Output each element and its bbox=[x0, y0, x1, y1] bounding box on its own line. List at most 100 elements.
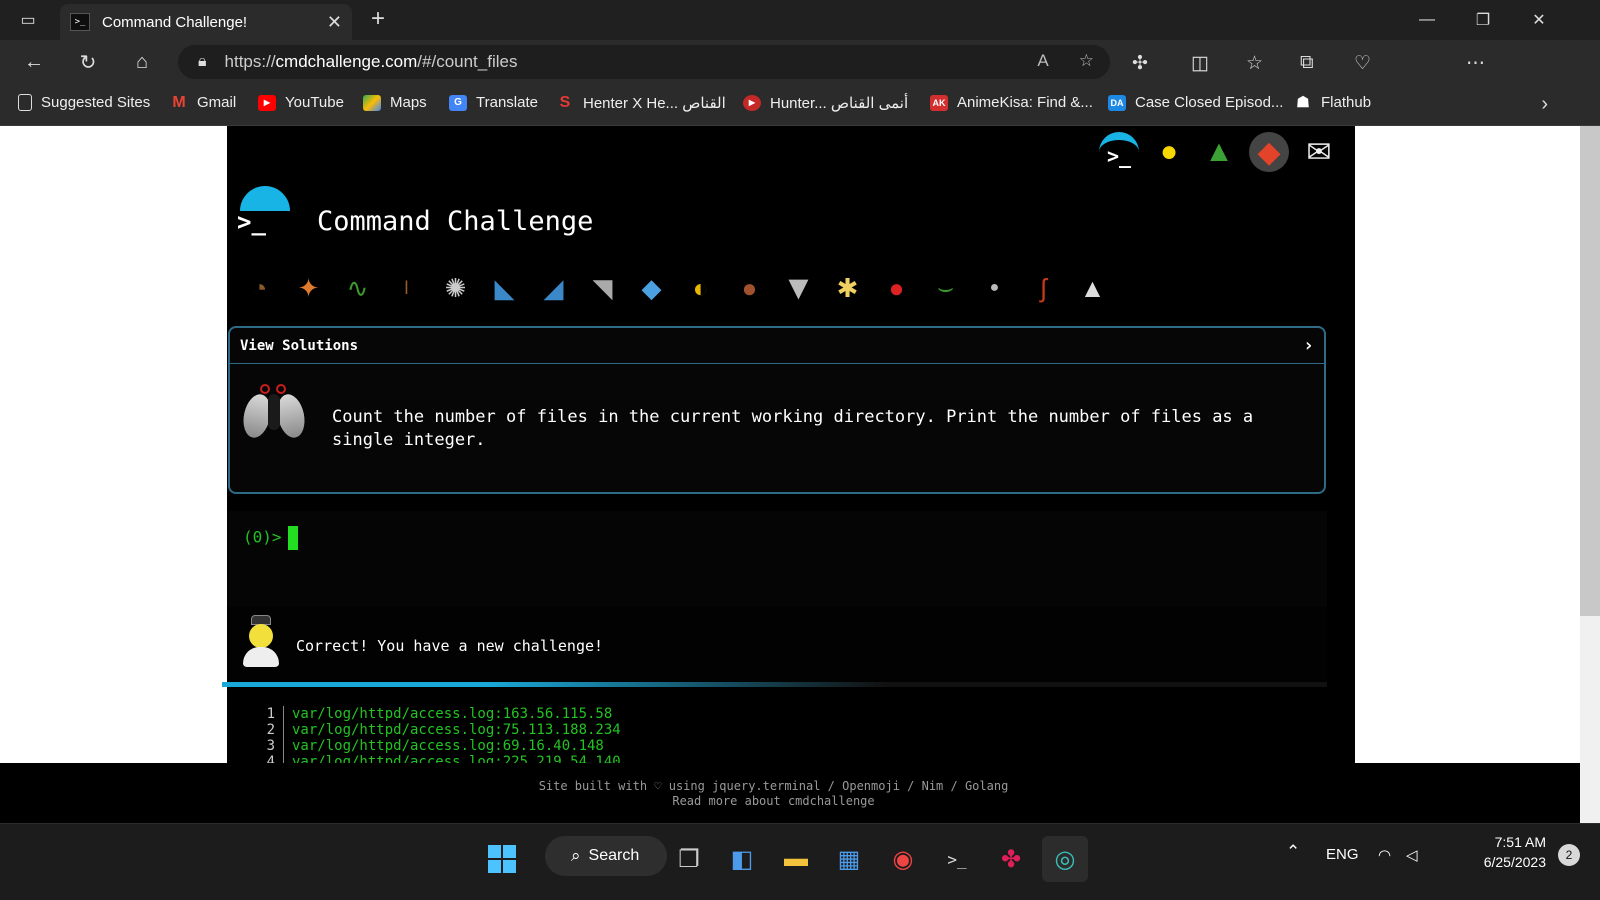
footer-credits[interactable]: Site built with ♡ using jquery.terminal … bbox=[0, 779, 1547, 793]
restore-button[interactable]: ❐ bbox=[1456, 0, 1510, 40]
more-menu-icon[interactable]: ⋯ bbox=[1466, 52, 1485, 75]
widgets-icon[interactable]: ◧ bbox=[719, 836, 765, 882]
bookmark-label: Suggested Sites bbox=[41, 94, 151, 111]
footer-read-more-link[interactable]: Read more about cmdchallenge bbox=[0, 794, 1547, 808]
blowfish-icon[interactable]: ● bbox=[725, 266, 774, 310]
browser-essentials-icon[interactable]: ♡ bbox=[1354, 52, 1371, 75]
cmdchallenge-main: >_ ● ▲ ◆ ✉ >_ Command Challenge ◔ ✦ ∿ ǀ … bbox=[222, 126, 1355, 763]
language-indicator[interactable]: ENG bbox=[1326, 846, 1359, 863]
clock-time: 7:51 AM bbox=[1494, 834, 1546, 850]
taskbar-clock[interactable]: 7:51 AM 6/25/2023 bbox=[1462, 832, 1546, 872]
bee-icon[interactable]: ✱ bbox=[823, 266, 872, 310]
shushing-face-icon[interactable]: ● bbox=[1149, 132, 1189, 172]
ant-icon[interactable]: ● bbox=[970, 266, 1019, 310]
fly-icon[interactable]: ▲ bbox=[1068, 266, 1117, 310]
page-scrollbar-track[interactable] bbox=[1580, 763, 1600, 823]
worm-icon[interactable]: ǀ bbox=[382, 266, 431, 310]
cricket-icon[interactable]: ⌣ bbox=[921, 266, 970, 310]
lock-icon[interactable]: 🔒︎ bbox=[198, 53, 207, 71]
progress-bar bbox=[222, 682, 1327, 687]
challenge-description: Count the number of files in the current… bbox=[332, 407, 1254, 450]
bookmark-label: Flathub bbox=[1321, 94, 1372, 111]
taskbar-search-button[interactable]: ⌕ Search bbox=[545, 836, 667, 876]
minimize-button[interactable]: — bbox=[1400, 0, 1454, 40]
challenge-icon-row: ◔ ✦ ∿ ǀ ✺ ◣ ◢ ◥ ◆ ◐ ● ▼ ✱ ● ⌣ ● ʃ ▲ bbox=[235, 266, 1117, 310]
chevron-up-icon[interactable]: ⌃ bbox=[1286, 842, 1300, 862]
close-tab-icon[interactable]: ✕ bbox=[327, 12, 342, 33]
chevron-right-icon[interactable]: › bbox=[1303, 335, 1314, 356]
bookmark-flathub[interactable]: ☗ Flathub bbox=[1294, 94, 1371, 111]
snail-icon[interactable]: ◔ bbox=[235, 266, 284, 310]
volume-icon[interactable]: ◁ bbox=[1406, 846, 1418, 864]
spider-web-icon[interactable]: ✺ bbox=[431, 266, 480, 310]
bookmark-gmail[interactable]: M Gmail bbox=[170, 94, 236, 111]
line-number: 1 bbox=[247, 706, 284, 722]
fish-icon[interactable]: ◆ bbox=[627, 266, 676, 310]
windows-start-icon[interactable] bbox=[479, 836, 525, 882]
bookmark-animekisa[interactable]: AK AnimeKisa: Find &... bbox=[930, 94, 1093, 111]
whale-icon[interactable]: ◣ bbox=[480, 266, 529, 310]
bookmark-label: Case Closed Episod... bbox=[1135, 94, 1284, 111]
favorite-star-icon[interactable]: ☆ bbox=[1079, 51, 1094, 71]
microsoft-store-icon[interactable]: ▦ bbox=[826, 836, 872, 882]
bookmark-case-closed[interactable]: DA Case Closed Episod... bbox=[1108, 94, 1283, 111]
bookmark-henter[interactable]: S Henter X He... القناص bbox=[556, 94, 726, 113]
caterpillar-icon[interactable]: ∿ bbox=[333, 266, 382, 310]
tab-actions-icon[interactable]: ▭ bbox=[14, 8, 42, 32]
web-page: >_ ● ▲ ◆ ✉ >_ Command Challenge ◔ ✦ ∿ ǀ … bbox=[0, 126, 1600, 763]
view-solutions-header[interactable]: View Solutions › bbox=[230, 328, 1324, 364]
chevron-right-icon[interactable]: › bbox=[1541, 93, 1548, 116]
extensions-icon[interactable]: ✣ bbox=[1132, 52, 1148, 75]
terminal-icon[interactable]: >_ bbox=[1099, 132, 1139, 172]
read-aloud-icon[interactable]: A bbox=[1037, 51, 1048, 71]
scorpion-icon[interactable]: ʃ bbox=[1019, 266, 1068, 310]
file-explorer-icon[interactable]: ▬ bbox=[773, 836, 819, 882]
browser-tab[interactable]: >_ Command Challenge! ✕ bbox=[60, 4, 352, 40]
bookmark-maps[interactable]: Maps bbox=[363, 94, 427, 111]
new-tab-button[interactable]: + bbox=[364, 6, 392, 34]
notification-badge[interactable]: 2 bbox=[1558, 844, 1580, 866]
page-scrollbar[interactable] bbox=[1580, 126, 1600, 763]
envelope-icon[interactable]: ✉ bbox=[1299, 132, 1339, 172]
collections-icon[interactable]: ⧉ bbox=[1300, 52, 1314, 74]
chrome-icon[interactable]: ◉ bbox=[880, 836, 926, 882]
butterfly-icon[interactable]: ✦ bbox=[284, 266, 333, 310]
terminal[interactable]: (0)> bbox=[227, 511, 1327, 607]
slack-icon[interactable]: ✤ bbox=[988, 836, 1034, 882]
tree-icon[interactable]: ▲ bbox=[1199, 132, 1239, 172]
terminal-app-icon[interactable]: >_ bbox=[934, 836, 980, 882]
dolphin-icon[interactable]: ◥ bbox=[578, 266, 627, 310]
s-icon: S bbox=[559, 94, 571, 111]
play-icon: ▶ bbox=[743, 95, 761, 111]
terminal-prompt[interactable]: (0)> bbox=[243, 526, 298, 550]
prompt-text: (0)> bbox=[243, 527, 282, 547]
favorites-icon[interactable]: ☆ bbox=[1246, 52, 1263, 75]
ak-icon: AK bbox=[930, 94, 948, 111]
search-icon: ⌕ bbox=[571, 846, 581, 865]
search-label: Search bbox=[588, 847, 640, 864]
shark-icon[interactable]: ◢ bbox=[529, 266, 578, 310]
wifi-icon[interactable]: ◠ bbox=[1378, 846, 1391, 864]
back-arrow-icon[interactable]: ← bbox=[18, 46, 50, 78]
bookmarks-bar: Suggested Sites M Gmail ▶ YouTube Maps G… bbox=[0, 84, 1600, 126]
wolf-icon[interactable]: ▼ bbox=[774, 266, 823, 310]
address-bar[interactable]: 🔒︎ https://cmdchallenge.com/#/count_file… bbox=[178, 45, 1110, 79]
ladybug-icon[interactable]: ● bbox=[872, 266, 921, 310]
refresh-icon[interactable]: ↻ bbox=[72, 46, 104, 78]
edge-icon[interactable]: ◎ bbox=[1042, 836, 1088, 882]
bookmark-youtube[interactable]: ▶ YouTube bbox=[258, 94, 344, 111]
cmdchallenge-logo[interactable]: >_ bbox=[237, 186, 291, 238]
document-icon bbox=[18, 94, 32, 111]
tropical-fish-icon[interactable]: ◐ bbox=[676, 266, 725, 310]
scrollbar-thumb[interactable] bbox=[1580, 126, 1600, 616]
home-icon[interactable]: ⌂ bbox=[126, 46, 158, 78]
close-window-button[interactable]: ✕ bbox=[1512, 0, 1566, 40]
challenge-panel: View Solutions › Count the number of fil… bbox=[228, 326, 1326, 494]
bookmark-translate[interactable]: G Translate bbox=[449, 94, 538, 111]
task-view-icon[interactable]: ❐ bbox=[666, 836, 712, 882]
split-screen-icon[interactable]: ◫ bbox=[1191, 52, 1209, 75]
gitlab-icon[interactable]: ◆ bbox=[1249, 132, 1289, 172]
bookmark-suggested-sites[interactable]: Suggested Sites bbox=[18, 94, 150, 111]
bookmark-hunter[interactable]: ▶ Hunter... أنمى القناص bbox=[743, 94, 908, 112]
view-solutions-label: View Solutions bbox=[240, 337, 359, 354]
